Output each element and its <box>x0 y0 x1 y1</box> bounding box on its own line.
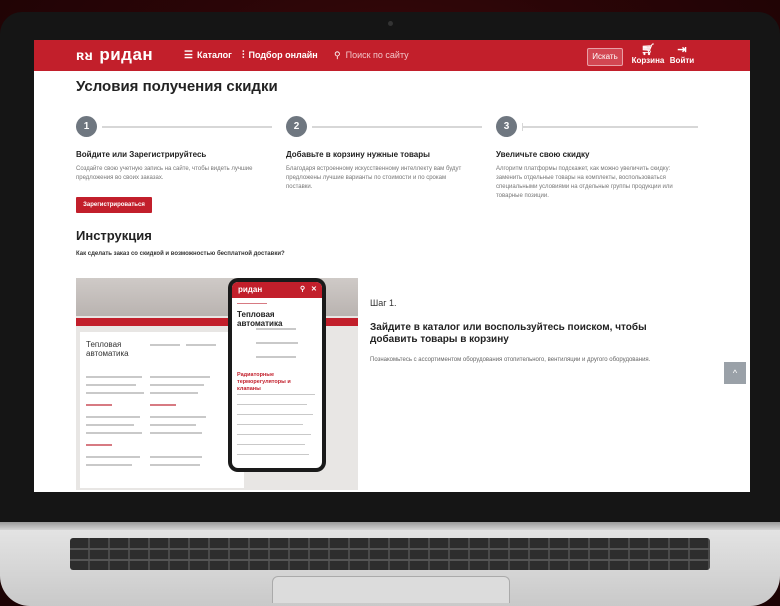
camera-icon <box>388 21 393 26</box>
step-detail-text: Познакомьтесь с ассортиментом оборудован… <box>370 357 651 363</box>
close-icon: ✕ <box>311 286 317 293</box>
site-header: ʀᴚ ридан ☰ Каталог ⫶ Подбор онлайн ⚲ Поиск п… <box>34 40 750 71</box>
phone-section-title: Радиаторные терморегуляторы и клапаны <box>237 372 291 392</box>
phone-preview: ридан ⚲ ✕ Тепловая автоматика Радиаторны… <box>228 278 326 472</box>
menu-icon: ☰ <box>184 50 193 61</box>
keyboard <box>70 538 710 570</box>
search-input[interactable]: ⚲ Поиск по сайту <box>334 50 409 61</box>
online-select-link[interactable]: ⫶ Подбор онлайн <box>242 50 318 61</box>
find-button[interactable]: Искать <box>587 48 623 66</box>
login-button[interactable]: ⇥ Войти <box>662 44 702 65</box>
scroll-up-button[interactable]: ^ <box>724 362 746 384</box>
search-placeholder: Поиск по сайту <box>345 50 409 60</box>
browser-screen: ʀᴚ ридан ☰ Каталог ⫶ Подбор онлайн ⚲ Поиск п… <box>34 40 750 492</box>
step-2: 2 Добавьте в корзину нужные товары Благо… <box>286 116 482 192</box>
settings-sliders-icon: ⫶ <box>242 50 245 61</box>
step-title: Добавьте в корзину нужные товары <box>286 150 430 159</box>
desktop-page-preview: Тепловая автоматика <box>80 332 244 488</box>
instruction-question: Как сделать заказ со скидкой и возможнос… <box>76 251 285 257</box>
step-text: Создайте свою учетную запись на сайте, ч… <box>76 166 253 181</box>
step-detail-label: Шаг 1. <box>370 298 397 308</box>
step-title: Войдите или Зарегистрируйтесь <box>76 150 207 159</box>
step-title: Увеличьте свою скидку <box>496 150 590 159</box>
step-detail-heading: Зайдите в каталог или воспользуйтесь пои… <box>370 322 647 345</box>
phone-logo: ридан <box>238 285 263 294</box>
catalog-label: Каталог <box>196 50 232 60</box>
logo-mark-icon: ʀᴚ <box>76 47 94 63</box>
step-3: 3 Увеличьте свою скидку Алгоритм платфор… <box>496 116 698 201</box>
login-label: Войти <box>669 56 695 65</box>
step-progress-line <box>312 126 482 128</box>
step-number: 2 <box>286 116 307 137</box>
step-number: 3 <box>496 116 517 137</box>
step-progress-line <box>102 126 272 128</box>
desktop-preview-title: Тепловая автоматика <box>86 340 129 358</box>
instruction-preview-image: Тепловая автоматика ридан ⚲ ✕ Тепловая а… <box>76 278 358 490</box>
search-icon: ⚲ <box>300 286 306 293</box>
page-title: Условия получения скидки <box>76 78 278 95</box>
laptop-base <box>0 522 780 606</box>
logo[interactable]: ʀᴚ ридан <box>76 45 153 65</box>
step-1: 1 Войдите или Зарегистрируйтесь Создайте… <box>76 116 272 183</box>
chevron-up-icon: ^ <box>732 368 738 378</box>
catalog-menu-button[interactable]: ☰ Каталог <box>184 50 232 61</box>
online-select-label: Подбор онлайн <box>248 50 318 60</box>
phone-title: Тепловая автоматика <box>237 310 283 328</box>
logo-text: ридан <box>99 45 154 64</box>
step-text: Алгоритм платформы подскажет, как можно … <box>496 166 673 199</box>
register-button[interactable]: Зарегистрироваться <box>76 197 152 213</box>
cart-label: Корзина <box>631 56 665 65</box>
step-number: 1 <box>76 116 97 137</box>
instruction-title: Инструкция <box>76 228 152 243</box>
step-text: Благодаря встроенному искусственному инт… <box>286 166 462 190</box>
trackpad <box>272 576 510 603</box>
login-icon: ⇥ <box>677 44 687 56</box>
search-icon: ⚲ <box>334 50 341 60</box>
step-progress-line <box>522 123 698 131</box>
